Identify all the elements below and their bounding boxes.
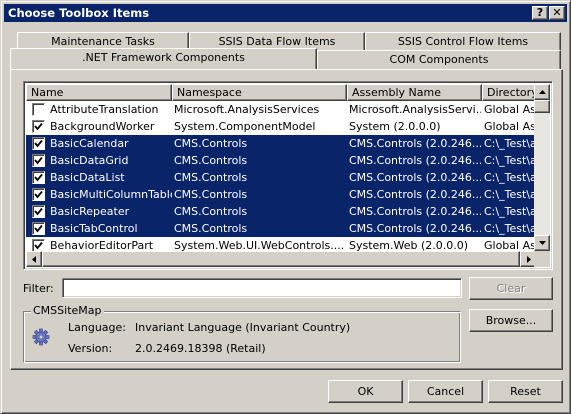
list-item[interactable]: BasicMultiColumnTable CMS.Controls CMS.Con… [26,186,536,203]
up-arrow-icon [539,90,546,94]
column-header-assembly-name[interactable]: Assembly Name [347,84,482,101]
cell-directory: C:\_Test\a [484,188,536,201]
cell-assembly: CMS.Controls (2.0.246... [349,222,481,235]
item-checkbox[interactable] [32,188,45,201]
horizontal-scroll-thumb[interactable] [42,251,520,267]
cell-directory: C:\_Test\a [484,171,536,184]
cell-assembly: System (2.0.0.0) [349,120,441,133]
ok-button[interactable]: OK [328,380,403,403]
scroll-corner [534,251,550,267]
checkmark-icon [34,139,43,148]
cell-directory: C:\_Test\a [484,154,536,167]
list-item[interactable]: AttributeTranslation Microsoft.AnalysisSe… [26,101,536,118]
column-header-name[interactable]: Name [26,84,172,101]
cell-assembly: CMS.Controls (2.0.246... [349,171,481,184]
list-item[interactable]: BasicCalendar CMS.Controls CMS.Controls (2… [26,135,536,152]
help-button[interactable]: ? [532,6,548,20]
components-list[interactable]: Name Namespace Assembly Name Directory A… [23,81,553,270]
cell-namespace: Microsoft.AnalysisServices [174,103,320,116]
cell-name: BasicRepeater [50,205,130,218]
item-checkbox[interactable] [32,137,45,150]
checkmark-icon [34,207,43,216]
reset-button[interactable]: Reset [488,380,563,403]
cell-name: AttributeTranslation [50,103,159,116]
down-arrow-icon [539,241,546,245]
cell-namespace: CMS.Controls [174,188,248,201]
item-checkbox[interactable] [32,222,45,235]
item-checkbox[interactable] [32,205,45,218]
cell-name: BackgroundWorker [50,120,155,133]
vertical-scroll-thumb[interactable] [534,100,550,113]
cell-name: BasicDataGrid [50,154,129,167]
cancel-button[interactable]: Cancel [408,380,483,403]
scroll-left-button[interactable] [26,251,42,267]
item-checkbox[interactable] [32,154,45,167]
checkmark-icon [34,224,43,233]
left-arrow-icon [32,256,36,263]
horizontal-scrollbar[interactable] [26,251,536,267]
checkmark-icon [34,122,43,131]
cell-directory: C:\_Test\a [484,222,536,235]
cell-name: BasicTabControl [50,222,138,235]
cell-namespace: CMS.Controls [174,205,248,218]
cell-assembly: CMS.Controls (2.0.246... [349,137,481,150]
checkmark-icon [34,156,43,165]
cell-name: BasicMultiColumnTable [50,188,172,201]
checkmark-icon [34,173,43,182]
cell-name: BasicCalendar [50,137,129,150]
choose-toolbox-items-dialog: Choose Toolbox Items ? ✕ Maintenance Tas… [0,0,571,414]
cell-assembly: Microsoft.AnalysisServi... [349,103,481,116]
checkmark-icon [34,241,43,250]
item-checkbox[interactable] [32,120,45,133]
cell-namespace: CMS.Controls [174,171,248,184]
scroll-down-button[interactable] [534,235,550,251]
list-item[interactable]: BasicDataGrid CMS.Controls CMS.Controls (2… [26,152,536,169]
list-header: Name Namespace Assembly Name Directory [26,84,536,101]
cell-namespace: CMS.Controls [174,137,248,150]
list-item[interactable]: BasicDataList CMS.Controls CMS.Controls (2… [26,169,536,186]
list-item[interactable]: BasicRepeater CMS.Controls CMS.Controls (2… [26,203,536,220]
right-arrow-icon [527,256,531,263]
cell-namespace: System.ComponentModel [174,120,316,133]
column-header-directory[interactable]: Directory [482,84,536,101]
cell-directory: Global Ass [484,103,536,116]
list-item[interactable]: BackgroundWorker System.ComponentModel Sys… [26,118,536,135]
cell-assembly: CMS.Controls (2.0.246... [349,205,481,218]
tab-net-framework-components[interactable]: .NET Framework Components [10,48,317,69]
tab-ssis-control-flow-items[interactable]: SSIS Control Flow Items [365,32,561,51]
tab-com-components[interactable]: COM Components [317,50,561,69]
cell-name: BasicDataList [50,171,125,184]
cell-namespace: CMS.Controls [174,154,248,167]
vertical-scrollbar[interactable] [534,84,550,251]
cell-assembly: CMS.Controls (2.0.246... [349,154,481,167]
item-checkbox[interactable] [32,171,45,184]
close-button[interactable]: ✕ [549,6,565,20]
title-bar[interactable]: Choose Toolbox Items ? ✕ [4,4,567,22]
scroll-up-button[interactable] [534,84,550,100]
item-checkbox[interactable] [32,103,45,116]
cell-directory: Global Ass [484,120,536,133]
list-item[interactable]: BasicTabControl CMS.Controls CMS.Controls … [26,220,536,237]
window-title: Choose Toolbox Items [8,6,150,20]
cell-assembly: CMS.Controls (2.0.246... [349,188,481,201]
checkmark-icon [34,190,43,199]
cell-directory: C:\_Test\a [484,205,536,218]
cell-directory: C:\_Test\a [484,137,536,150]
column-header-namespace[interactable]: Namespace [172,84,347,101]
cell-namespace: CMS.Controls [174,222,248,235]
